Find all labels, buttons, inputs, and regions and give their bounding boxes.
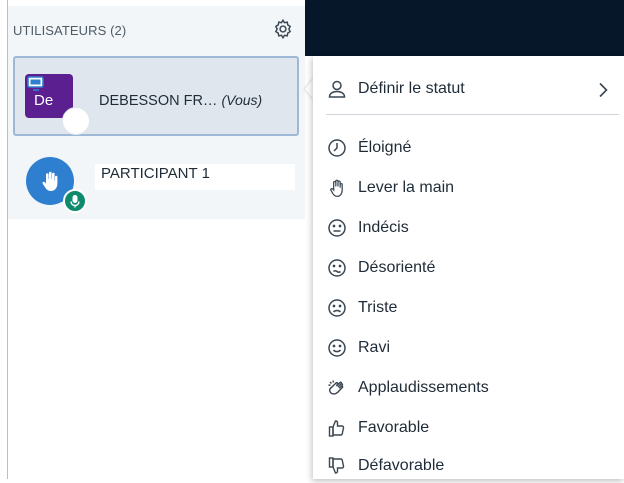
- thumbs-down-icon: [327, 456, 347, 476]
- clock-icon: [327, 138, 347, 158]
- gear-icon[interactable]: [272, 18, 294, 40]
- menu-item-applause[interactable]: Applaudissements: [313, 371, 624, 405]
- top-bar: [305, 0, 624, 56]
- users-panel: UTILISATEURS (2) De DEBESSON FR… (Vous): [8, 6, 305, 219]
- you-label: (Vous): [221, 92, 263, 108]
- menu-item-label: Désorienté: [358, 259, 436, 276]
- hand-raise-icon: [327, 178, 347, 198]
- microphone-icon: [70, 195, 80, 208]
- menu-item-raise-hand[interactable]: Lever la main: [313, 171, 624, 205]
- happy-face-icon: [327, 338, 347, 358]
- menu-item-happy[interactable]: Ravi: [313, 331, 624, 365]
- menu-item-label: Favorable: [358, 419, 430, 436]
- menu-item-thumbs-up[interactable]: Favorable: [313, 411, 624, 445]
- user-row-participant[interactable]: PARTICIPANT 1: [13, 146, 295, 216]
- sad-face-icon: [327, 298, 347, 318]
- clapping-hands-icon: [327, 378, 347, 398]
- hand-raise-icon: [42, 171, 58, 191]
- menu-item-away[interactable]: Éloigné: [313, 131, 624, 165]
- user-name-self: DEBESSON FR… (Vous): [99, 92, 262, 109]
- users-panel-title: UTILISATEURS (2): [13, 23, 127, 38]
- menu-item-label: Éloigné: [358, 139, 412, 156]
- users-panel-header: UTILISATEURS (2): [8, 6, 305, 48]
- menu-item-label: Indécis: [358, 219, 409, 236]
- status-menu: Définir le statut Éloigné Lever la main …: [313, 56, 624, 479]
- status-indicator: [62, 107, 90, 135]
- user-icon: [327, 79, 347, 99]
- menu-item-label: Applaudissements: [358, 379, 489, 396]
- microphone-badge: [63, 189, 87, 213]
- menu-divider: [326, 114, 619, 115]
- menu-item-label: Lever la main: [358, 179, 455, 196]
- menu-item-label: Défavorable: [358, 457, 445, 474]
- menu-item-set-status[interactable]: Définir le statut: [313, 72, 624, 106]
- avatar-initials: De: [34, 92, 54, 109]
- menu-item-confused[interactable]: Désorienté: [313, 251, 624, 285]
- menu-item-label: Triste: [358, 299, 398, 316]
- menu-item-sad[interactable]: Triste: [313, 291, 624, 325]
- menu-item-undecided[interactable]: Indécis: [313, 211, 624, 245]
- chevron-right-icon: [597, 82, 609, 98]
- menu-item-label: Ravi: [358, 339, 391, 356]
- presenter-icon: [27, 76, 45, 92]
- user-name-text: DEBESSON FR…: [99, 93, 218, 109]
- confused-face-icon: [327, 258, 347, 278]
- menu-item-label: Définir le statut: [358, 80, 465, 97]
- menu-item-thumbs-down[interactable]: Défavorable: [313, 449, 624, 483]
- thumbs-up-icon: [327, 418, 347, 438]
- user-row-self[interactable]: De DEBESSON FR… (Vous): [13, 56, 299, 136]
- neutral-face-icon: [327, 218, 347, 238]
- user-name-participant: PARTICIPANT 1: [95, 164, 295, 190]
